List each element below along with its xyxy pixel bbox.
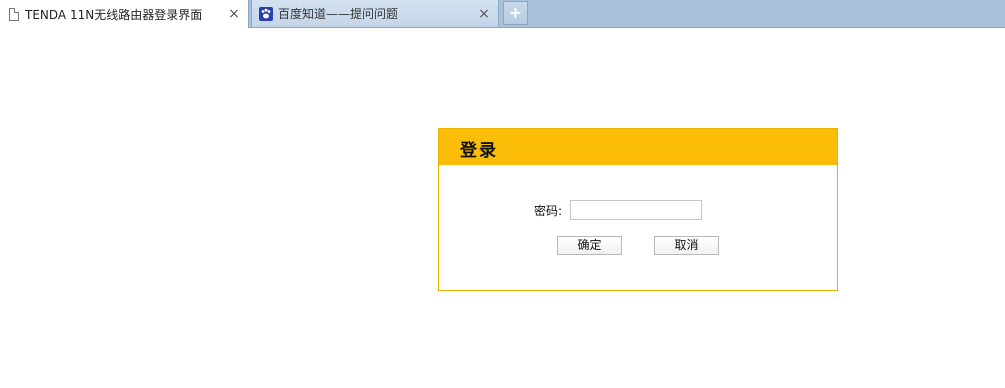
password-label: 密码: bbox=[534, 204, 563, 218]
browser-tab-strip: TENDA 11N无线路由器登录界面 × 百度知道——提问问题 × + bbox=[0, 0, 1005, 28]
tab-title: 百度知道——提问问题 bbox=[278, 7, 399, 21]
close-icon[interactable]: × bbox=[227, 7, 241, 21]
password-input[interactable] bbox=[570, 200, 702, 220]
close-icon[interactable]: × bbox=[477, 7, 491, 21]
page-icon bbox=[9, 7, 19, 21]
login-title: 登录 bbox=[460, 141, 498, 161]
baidu-paw-icon bbox=[259, 6, 273, 21]
tab-title: TENDA 11N无线路由器登录界面 bbox=[25, 7, 203, 22]
cancel-button[interactable]: 取消 bbox=[654, 236, 719, 255]
login-header: 登录 bbox=[439, 129, 837, 165]
tab-tenda-login[interactable]: TENDA 11N无线路由器登录界面 × bbox=[0, 0, 249, 28]
tab-baidu-zhidao[interactable]: 百度知道——提问问题 × bbox=[251, 0, 499, 27]
confirm-button[interactable]: 确定 bbox=[557, 236, 622, 255]
new-tab-button[interactable]: + bbox=[503, 1, 528, 25]
login-panel: 登录 密码: 确定 取消 bbox=[438, 128, 838, 291]
